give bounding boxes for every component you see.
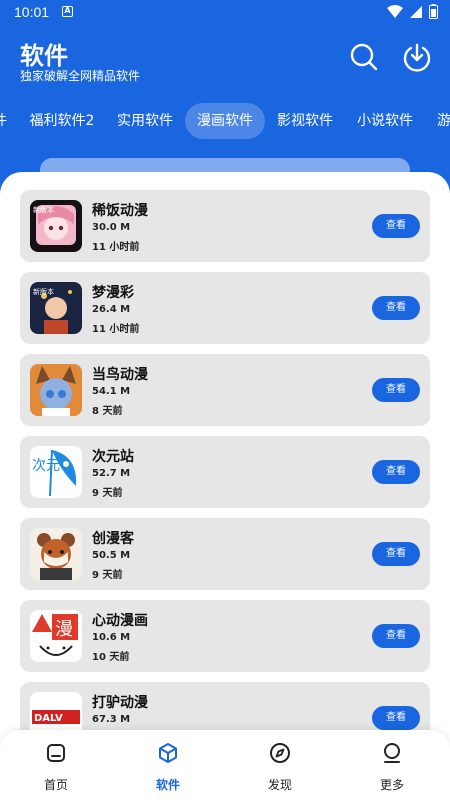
app-icon <box>30 528 82 580</box>
app-updated: 8 天前 <box>92 406 123 417</box>
cube-icon <box>159 743 177 763</box>
compass-icon <box>270 743 290 763</box>
tab-utility[interactable]: 实用软件 <box>110 103 180 139</box>
nav-discover[interactable]: 发现 <box>240 742 320 793</box>
app-name: 创漫客 <box>92 531 134 547</box>
app-size: 30.0 M <box>92 222 131 233</box>
app-icon <box>30 364 82 416</box>
search-icon[interactable] <box>349 42 379 72</box>
category-tabs: 件 福利软件2 实用软件 漫画软件 影视软件 小说软件 游 <box>0 103 450 139</box>
tab-comics[interactable]: 漫画软件 <box>185 103 265 139</box>
header: 10:01 A 软件 独家破解全网精品软件 件 福利软件2 实用软件 漫画软件 … <box>0 0 450 200</box>
battery-icon <box>429 4 438 19</box>
home-icon <box>47 744 65 762</box>
nav-label-software: 软件 <box>155 778 180 792</box>
signal-icon <box>410 5 422 18</box>
app-name: 打驴动漫 <box>92 695 148 711</box>
nav-label-more: 更多 <box>379 778 404 792</box>
wifi-icon <box>387 4 403 18</box>
list-item[interactable]: 漫 心动漫画 10.6 M 10 天前 查看 <box>20 600 430 672</box>
app-size: 26.4 M <box>92 304 131 315</box>
nav-software[interactable]: 软件 <box>128 742 208 793</box>
app-size: 67.3 M <box>92 714 131 725</box>
list-item[interactable]: 新版本 梦漫彩 26.4 M 11 小时前 查看 <box>20 272 430 344</box>
app-updated: 11 小时前 <box>92 324 140 335</box>
app-name: 当鸟动漫 <box>92 367 148 383</box>
app-size: 54.1 M <box>92 386 131 397</box>
app-size: 50.5 M <box>92 550 131 561</box>
badge-text: 新版本 <box>33 287 54 296</box>
app-size: 52.7 M <box>92 468 131 479</box>
app-name: 次元站 <box>92 449 134 465</box>
badge-text: 次元 <box>32 458 60 474</box>
app-icon: 漫 <box>30 610 82 662</box>
app-updated: 9 天前 <box>92 570 123 581</box>
view-button[interactable]: 查看 <box>372 542 420 566</box>
nav-more[interactable]: 更多 <box>352 742 432 793</box>
status-time: 10:01 <box>14 4 50 20</box>
app-updated: 10 天前 <box>92 652 130 663</box>
app-updated: 11 小时前 <box>92 242 140 253</box>
view-button[interactable]: 查看 <box>372 214 420 238</box>
nav-label-discover: 发现 <box>267 778 292 792</box>
app-icon: 新版本 <box>30 200 82 252</box>
status-right <box>387 4 438 19</box>
app-name: 梦漫彩 <box>92 285 134 301</box>
tab-partial-right[interactable]: 游 <box>432 103 450 139</box>
page-title: 软件 <box>20 42 68 70</box>
list-item[interactable]: 创漫客 50.5 M 9 天前 查看 <box>20 518 430 590</box>
view-button[interactable]: 查看 <box>372 460 420 484</box>
tab-novel[interactable]: 小说软件 <box>350 103 420 139</box>
badge-text: 漫 <box>55 619 73 640</box>
badge-text: DALV <box>34 713 63 724</box>
app-icon: 次元 <box>30 446 82 498</box>
app-name: 稀饭动漫 <box>92 203 148 219</box>
app-icon: 新版本 <box>30 282 82 334</box>
app-name: 心动漫画 <box>92 613 148 629</box>
app-size: 10.6 M <box>92 632 131 643</box>
notification-app-icon: A <box>62 6 73 17</box>
nav-label-home: 首页 <box>43 778 68 792</box>
tab-welfare2[interactable]: 福利软件2 <box>20 103 104 139</box>
bottom-nav: 首页 软件 发现 更多 <box>0 730 450 800</box>
view-button[interactable]: 查看 <box>372 706 420 730</box>
download-icon[interactable] <box>402 42 432 72</box>
app-list: 新版本 稀饭动漫 30.0 M 11 小时前 查看 新版本 梦漫彩 26.4 M… <box>0 172 450 800</box>
view-button[interactable]: 查看 <box>372 624 420 648</box>
tab-video[interactable]: 影视软件 <box>270 103 340 139</box>
list-item[interactable]: 次元 次元站 52.7 M 9 天前 查看 <box>20 436 430 508</box>
view-button[interactable]: 查看 <box>372 378 420 402</box>
list-item[interactable]: 新版本 稀饭动漫 30.0 M 11 小时前 查看 <box>20 190 430 262</box>
page-subtitle: 独家破解全网精品软件 <box>20 69 141 83</box>
status-bar: 10:01 A <box>0 0 450 24</box>
nav-home[interactable]: 首页 <box>16 742 96 793</box>
app-updated: 9 天前 <box>92 488 123 499</box>
list-item[interactable]: 当鸟动漫 54.1 M 8 天前 查看 <box>20 354 430 426</box>
badge-text: 新版本 <box>33 205 54 214</box>
view-button[interactable]: 查看 <box>372 296 420 320</box>
tab-partial-left[interactable]: 件 <box>0 103 8 139</box>
person-icon <box>384 743 400 763</box>
